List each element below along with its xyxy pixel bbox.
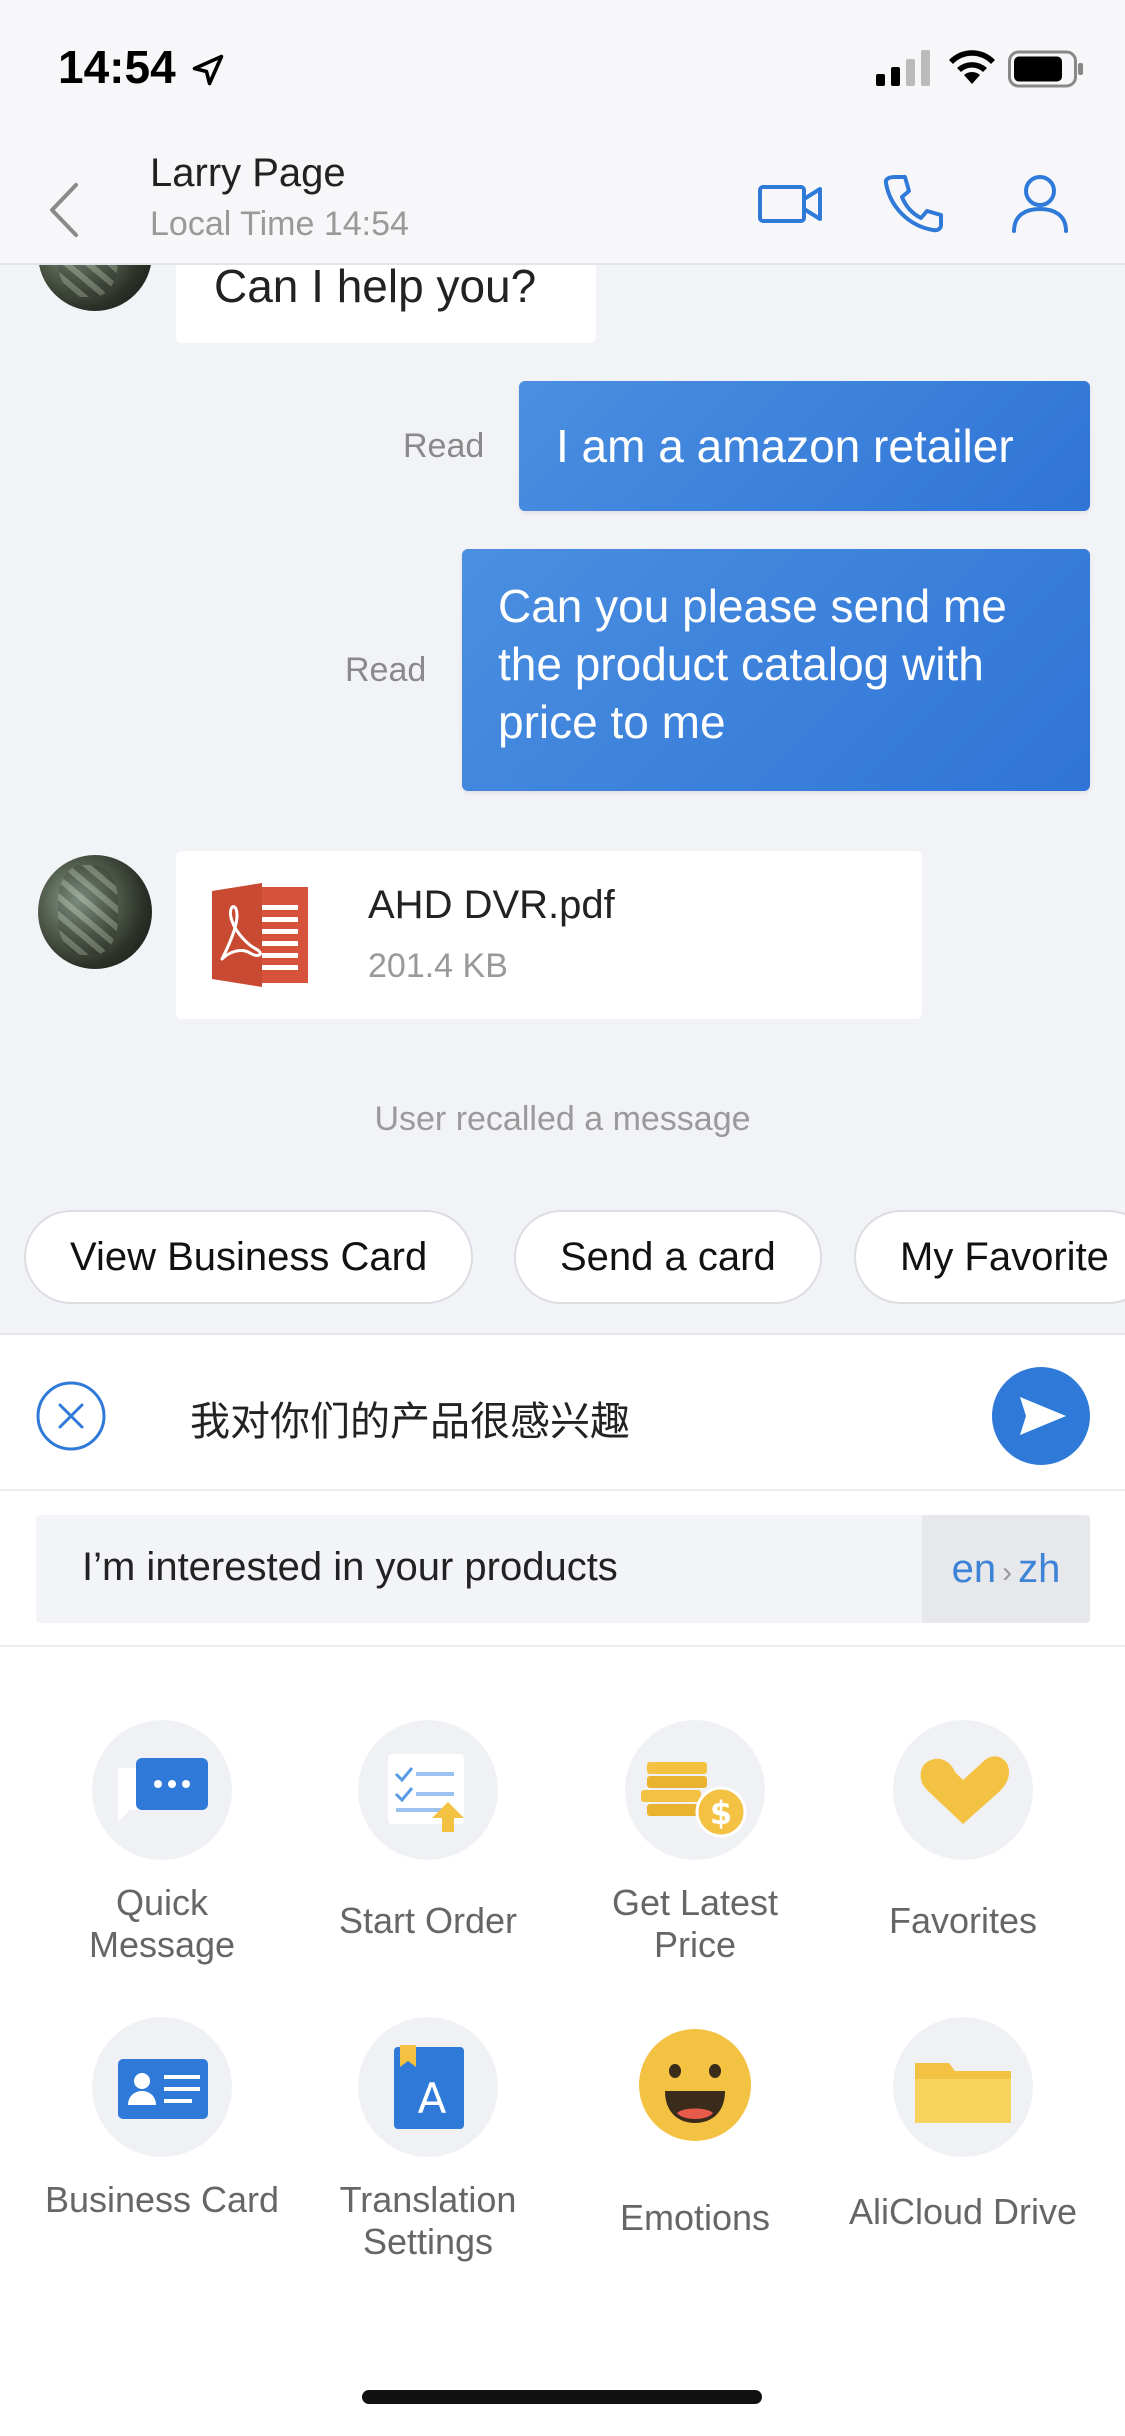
contact-local-time: Local Time 14:54 (150, 205, 409, 243)
tool-label: Emotions (619, 2197, 771, 2238)
quick-message-tool[interactable]: Quick Message (42, 1720, 282, 1966)
tool-label: Favorites (888, 1900, 1038, 1941)
tool-label: Quick Message (88, 1882, 236, 1965)
tool-label: Start Order (338, 1900, 518, 1941)
status-time: 14:54 (58, 41, 176, 93)
tool-label: Translation Settings (339, 2179, 517, 2262)
emotions-icon (639, 2029, 751, 2141)
outgoing-message-bubble[interactable]: Can you please send me the product catal… (462, 549, 1090, 791)
incoming-message-bubble[interactable]: Can I help you? (176, 265, 596, 343)
message-input[interactable]: 我对你们的产品很感兴趣 (190, 1389, 630, 1447)
file-name: AHD DVR.pdf (368, 883, 615, 927)
get-latest-price-tool[interactable]: $ Get Latest Price (575, 1720, 815, 1966)
composer-panel: 我对你们的产品很感兴趣 I’m interested in your produ… (0, 1333, 1125, 2436)
emotions-tool[interactable]: Emotions (575, 2017, 815, 2239)
chat-header: Larry Page Local Time 14:54 (0, 135, 1125, 265)
home-indicator[interactable] (362, 2390, 762, 2404)
my-favorite-chip[interactable]: My Favorite (854, 1210, 1125, 1304)
start-order-tool[interactable]: Start Order (308, 1720, 548, 1942)
outgoing-message-text: Can you please send me the product catal… (498, 580, 1007, 748)
svg-text:A: A (418, 2074, 447, 2123)
target-language: zh (1018, 1547, 1061, 1591)
location-arrow-icon (192, 54, 224, 86)
outgoing-message-text: I am a amazon retailer (556, 420, 1014, 472)
status-bar: 14:54 (0, 0, 1125, 135)
language-pair-selector[interactable]: en › zh (922, 1515, 1090, 1623)
pdf-file-icon (212, 883, 308, 987)
translation-text: I’m interested in your products (82, 1545, 618, 1589)
back-button[interactable] (40, 175, 90, 245)
favorites-tool[interactable]: Favorites (843, 1720, 1083, 1942)
contact-profile-icon[interactable] (1000, 163, 1080, 243)
wifi-icon (949, 50, 995, 84)
alicloud-drive-icon (915, 2063, 1011, 2123)
tool-label: Get Latest Price (611, 1882, 779, 1965)
tool-label: AliCloud Drive (848, 2191, 1078, 2232)
business-card-tool[interactable]: Business Card (42, 2017, 282, 2221)
phone-call-icon[interactable] (873, 163, 953, 243)
chat-messages[interactable]: Can I help you? Read I am a amazon retai… (0, 265, 1125, 1210)
svg-text:$: $ (710, 1794, 732, 1832)
contact-avatar[interactable] (38, 265, 152, 311)
video-call-icon[interactable] (750, 163, 830, 243)
divider (0, 1645, 1125, 1647)
battery-icon (1008, 50, 1083, 88)
view-business-card-chip[interactable]: View Business Card (24, 1210, 474, 1304)
divider (0, 1489, 1125, 1491)
read-status: Read (345, 651, 427, 689)
clear-input-button[interactable] (34, 1379, 108, 1453)
business-card-icon (118, 2059, 208, 2119)
send-icon (1020, 1397, 1066, 1435)
outgoing-message-bubble[interactable]: I am a amazon retailer (519, 381, 1090, 511)
translation-settings-tool[interactable]: A Translation Settings (308, 2017, 548, 2263)
translation-preview[interactable]: I’m interested in your products en › zh (36, 1515, 1090, 1623)
contact-name[interactable]: Larry Page (150, 151, 346, 196)
contact-avatar[interactable] (38, 855, 152, 969)
send-button[interactable] (992, 1367, 1090, 1465)
start-order-icon (388, 1754, 464, 1832)
send-a-card-chip[interactable]: Send a card (514, 1210, 822, 1304)
recalled-message-notice: User recalled a message (374, 1100, 751, 1138)
file-message-bubble[interactable]: AHD DVR.pdf 201.4 KB (176, 851, 922, 1019)
incoming-message-text: Can I help you? (214, 265, 537, 312)
file-size: 201.4 KB (368, 947, 508, 985)
translation-settings-icon: A (394, 2045, 464, 2129)
cellular-signal-icon (876, 50, 930, 86)
quick-message-icon (118, 1758, 208, 1822)
read-status: Read (403, 427, 485, 465)
source-language: en (951, 1547, 997, 1591)
tool-label: Business Card (44, 2179, 280, 2220)
chevron-right-icon: › (1002, 1556, 1013, 1589)
favorites-icon (920, 1756, 1009, 1824)
latest-price-icon: $ (641, 1762, 747, 1838)
alicloud-drive-tool[interactable]: AliCloud Drive (843, 2017, 1083, 2233)
